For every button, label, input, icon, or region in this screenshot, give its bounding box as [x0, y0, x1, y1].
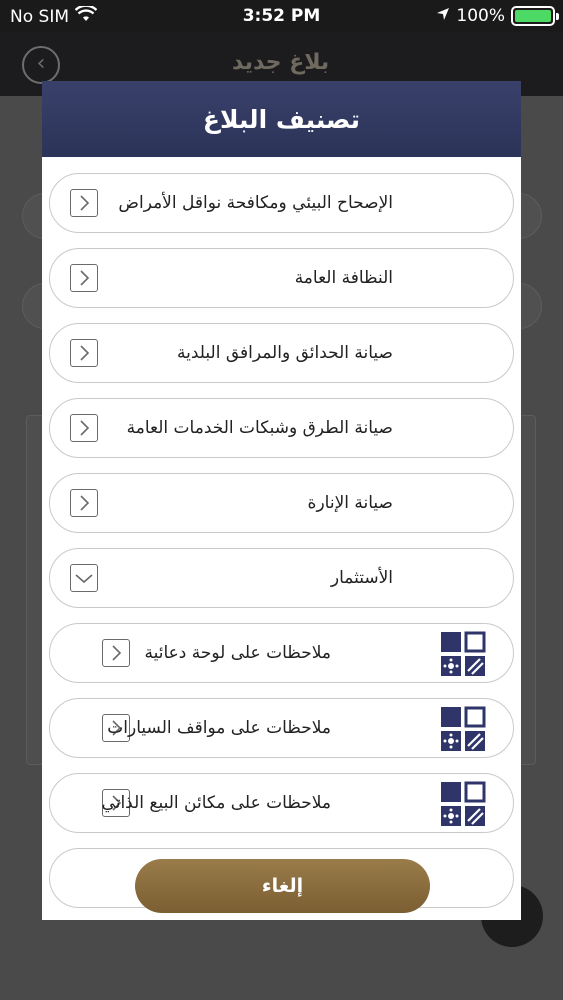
- modal-title: تصنيف البلاغ: [202, 104, 361, 134]
- subcategory-label: ملاحظات على مواقف السيارات: [107, 718, 331, 738]
- status-bar: No SIM 3:52 PM 100%: [0, 0, 563, 32]
- category-grid-icon: [440, 781, 486, 827]
- category-label: صيانة الطرق وشبكات الخدمات العامة: [126, 418, 393, 438]
- chevron-right-icon: [70, 189, 98, 217]
- chevron-right-icon: [70, 414, 98, 442]
- background-title: بلاغ جديد: [232, 50, 330, 75]
- category-row-expanded[interactable]: الأستثمار: [49, 548, 514, 608]
- category-label: صيانة الحدائق والمرافق البلدية: [176, 343, 393, 363]
- category-row[interactable]: النظافة العامة: [49, 248, 514, 308]
- category-list[interactable]: الإصحاح البيئي ومكافحة نواقل الأمراض الن…: [42, 157, 521, 920]
- back-icon: ‹: [22, 46, 60, 84]
- chevron-right-icon: [70, 339, 98, 367]
- battery-icon: [511, 6, 559, 26]
- chevron-down-icon: [70, 564, 98, 592]
- category-grid-icon: [440, 631, 486, 677]
- category-row[interactable]: صيانة الإنارة: [49, 473, 514, 533]
- chevron-right-icon: [70, 264, 98, 292]
- location-arrow-icon: [436, 6, 450, 26]
- subcategory-row[interactable]: ملاحظات على لوحة دعائية: [49, 623, 514, 683]
- chevron-right-icon: [70, 489, 98, 517]
- category-modal: تصنيف البلاغ الإصحاح البيئي ومكافحة نواق…: [42, 81, 521, 920]
- status-right: 100%: [436, 6, 559, 26]
- subcategory-label: ملاحظات على مكائن البيع الذاتي: [101, 793, 331, 813]
- category-label: الإصحاح البيئي ومكافحة نواقل الأمراض: [118, 193, 393, 213]
- category-label: الأستثمار: [330, 568, 393, 588]
- category-label: النظافة العامة: [294, 268, 393, 288]
- category-row[interactable]: صيانة الحدائق والمرافق البلدية: [49, 323, 514, 383]
- subcategory-row[interactable]: ملاحظات على مواقف السيارات: [49, 698, 514, 758]
- category-label: صيانة الإنارة: [307, 493, 393, 513]
- subcategory-row[interactable]: ملاحظات على مكائن البيع الذاتي: [49, 773, 514, 833]
- modal-header: تصنيف البلاغ: [42, 81, 521, 157]
- category-grid-icon: [440, 706, 486, 752]
- category-row[interactable]: الإصحاح البيئي ومكافحة نواقل الأمراض: [49, 173, 514, 233]
- cancel-area: إلغاء: [42, 850, 521, 920]
- category-row[interactable]: صيانة الطرق وشبكات الخدمات العامة: [49, 398, 514, 458]
- battery-percent: 100%: [456, 6, 505, 26]
- subcategory-label: ملاحظات على لوحة دعائية: [144, 643, 332, 663]
- chevron-right-icon: [102, 639, 130, 667]
- cancel-button[interactable]: إلغاء: [135, 859, 430, 913]
